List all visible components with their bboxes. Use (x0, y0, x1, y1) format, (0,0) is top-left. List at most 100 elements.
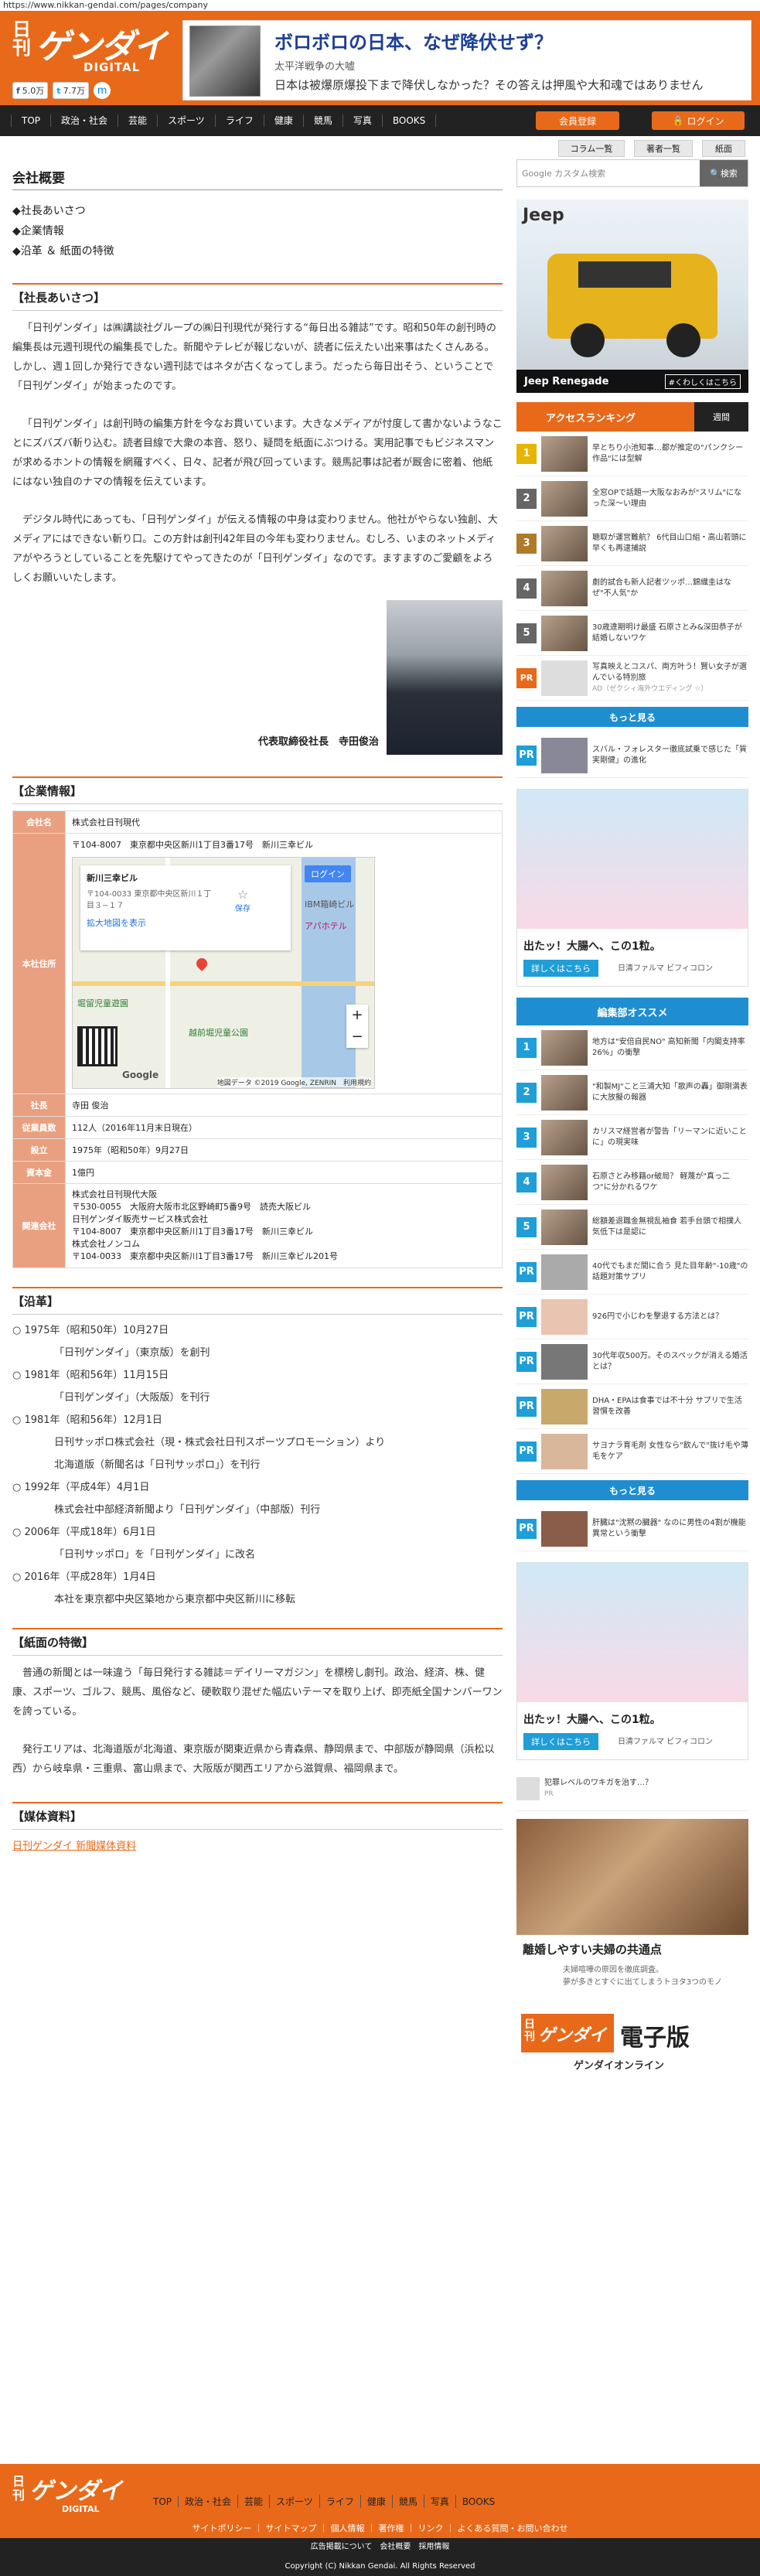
search-button[interactable]: 🔍 検索 (700, 160, 748, 186)
table-row: 設立 1975年（昭和50年）9月27日 (12, 1138, 503, 1162)
ranking-tab-weekly[interactable]: 週間 (694, 402, 748, 432)
login-button[interactable]: 🔒 ログイン (652, 111, 745, 130)
twitter-count: 7.7万 (63, 86, 86, 96)
pick-item[interactable]: 2 "和製MJ"こと三浦大知「歌声の轟」御剛満表に大放擬の報器 (516, 1070, 748, 1115)
pick-item[interactable]: 5 総額差退職金無視乱袖食 若手台頭で相撲人気低下は是認に (516, 1205, 748, 1250)
zoom-out-icon[interactable]: − (346, 1026, 368, 1048)
ranking-item[interactable]: 1 早とちり小池知事…都が推定の"パンクシー作品"には型解 (516, 432, 748, 476)
twitter-follow-button[interactable]: t 7.7万 (53, 82, 90, 99)
ad-detail-button[interactable]: 詳しくはこちら (523, 960, 598, 977)
pick-thumbnail (541, 1298, 588, 1335)
pick-item[interactable]: 3 カリスマ経営者が警告「リーマンに近いことに」の現実味 (516, 1115, 748, 1160)
pr-item[interactable]: 犯罪レベルのワキガを治す…？ PR (516, 1766, 748, 1811)
pick-item[interactable]: PR DHA・EPAは食事では不十分 サプリで生活習慣を改善 (516, 1384, 748, 1429)
epaper-gendai: ゲンダイ (538, 2026, 607, 2045)
nav-entertainment[interactable]: 芸能 (118, 114, 158, 127)
jeep-bottom-bar: Jeep Renegade #くわしくはこちら (516, 370, 748, 393)
ranking-thumbnail (541, 615, 588, 651)
history-desc: 「日刊ゲンダイ」（大阪版）を刊行 (54, 1392, 210, 1404)
pick-item[interactable]: 4 石原さとみ移籍or破局？ 軽蔑が"真っ二つ"に分かれるワケ (516, 1160, 748, 1205)
row-value: 1億円 (65, 1161, 503, 1184)
history-list: ○ 1975年（昭和50年）10月27日 「日刊ゲンダイ」（東京版）を創刊 ○ … (12, 1319, 503, 1611)
pick-item[interactable]: PR サヨナラ育毛剤 女性なら"飲んで"抜け毛や薄毛をケア (516, 1429, 748, 1474)
footer-nav-politics[interactable]: 政治・社会 (179, 2495, 239, 2508)
row-label: 社長 (12, 1094, 66, 1117)
media-kit-link[interactable]: 日刊ゲンダイ 新聞媒体資料 (12, 1837, 503, 1852)
footer-nav-photo[interactable]: 写真 (424, 2495, 456, 2508)
messenger-icon[interactable]: m (94, 82, 111, 99)
footer-nav-life[interactable]: ライフ (320, 2495, 361, 2508)
promo-description: 日本は被爆原爆投下まで降伏しなかった？その答えは押風や大和魂ではありません (274, 78, 704, 92)
pr-item[interactable]: PR 肝臓は"沈黙の臓器" なのに男性の4割が機能異常という衝撃 (516, 1506, 748, 1551)
ranking-item[interactable]: 5 30歳違期明け最盛 石原さとみ&深田恭子が結婚しないワケ (516, 611, 748, 656)
nav-books[interactable]: BOOKS (383, 114, 437, 127)
pick-item[interactable]: PR 926円で小じわを撃退する方法とは？ (516, 1295, 748, 1339)
footer-nav-entertainment[interactable]: 芸能 (238, 2495, 271, 2508)
ad-illustration (517, 1563, 748, 1702)
nav-sports[interactable]: スポーツ (158, 114, 216, 127)
storage-ad[interactable]: 離婚しやすい夫婦の共通点 夫婦喧嘩の原因を徹底調査。 夢が多きとすぐに出てしまう… (516, 1819, 748, 2005)
zoom-in-icon[interactable]: + (346, 1005, 368, 1026)
related-line: 株式会社ノンコム (72, 1239, 140, 1249)
nav-keiba[interactable]: 競馬 (304, 114, 343, 127)
footer-nav-keiba[interactable]: 競馬 (393, 2495, 424, 2508)
footer-links-2[interactable]: 広告掲載について 会社概要 採用情報 (0, 2538, 760, 2557)
facebook-icon: f (16, 85, 20, 96)
footer-nav-books[interactable]: BOOKS (456, 2496, 501, 2507)
author-list-button[interactable]: 著者一覧 (634, 140, 693, 157)
paper-button[interactable]: 紙面 (702, 140, 745, 157)
footer-nav-sports[interactable]: スポーツ (270, 2495, 320, 2508)
pick-thumbnail (541, 1029, 588, 1066)
pick-item[interactable]: PR 30代年収500万。そのスペックが消える婚活とは？ (516, 1339, 748, 1384)
nav-top[interactable]: TOP (11, 114, 52, 127)
promo-banner[interactable]: ボロボロの日本、なぜ降伏せず？ 太平洋戦争の大嘘 日本は被爆原爆投下まで降伏しな… (182, 20, 751, 101)
footer-nav-health[interactable]: 健康 (361, 2495, 393, 2508)
jeep-ad[interactable]: Jeep Jeep Renegade #くわしくはこちら (516, 200, 748, 393)
pick-thumbnail (541, 1074, 588, 1111)
ranking-item[interactable]: 4 劇的試合も新人記者ツッポ…錦織圭はなぜ"不人気"か (516, 566, 748, 611)
bificolon-ad-1[interactable]: 出たッ！大腸へ、この1粒。 詳しくはこちら 日清ファルマ ビフィコロン (516, 789, 748, 987)
editors-pick-more-button[interactable]: もっと見る (516, 1480, 748, 1500)
row-value: 〒104-8007 東京都中央区新川1丁目3番17号 新川三幸ビル 新川三幸ビル… (65, 833, 503, 1094)
map-enlarge-link[interactable]: 拡大地図を表示 (87, 916, 285, 929)
ranking-more-button[interactable]: もっと見る (516, 707, 748, 727)
ranking-item[interactable]: 2 全窓OPで話題一大阪なおみが"スリム"になった深〜い理由 (516, 476, 748, 521)
pr-thumbnail (541, 1510, 588, 1547)
footer-logo-gendai: ゲンダイ (29, 2478, 122, 2505)
map-save-button[interactable]: ☆ 保存 (235, 887, 250, 913)
map-label-hotel: アパホテル (305, 921, 347, 931)
footer-links[interactable]: サイトポリシー ｜ サイトマップ ｜ 個人情報 ｜ 著作権 ｜ リンク ｜ よく… (0, 2520, 760, 2538)
nav-photo[interactable]: 写真 (343, 114, 383, 127)
map-login-button[interactable]: ログイン (305, 865, 351, 882)
toc-company-info[interactable]: ◆企業情報 (12, 221, 503, 241)
register-button[interactable]: 会員登録 (536, 111, 619, 130)
ranking-item[interactable]: 3 聴取が運営難航？ 6代目山口組・高山若頭に早くも再逮捕説 (516, 521, 748, 566)
footer-nav-top[interactable]: TOP (147, 2496, 179, 2507)
site-logo[interactable]: 日刊 ゲンダイ DIGITAL (12, 15, 172, 79)
column-list-button[interactable]: コラム一覧 (558, 140, 625, 157)
facebook-like-button[interactable]: f 5.0万 (12, 82, 49, 99)
pick-item[interactable]: PR 40代でもまだ間に合う 見た目年齢"-10歳"の話題対策サプリ (516, 1250, 748, 1295)
footer-logo[interactable]: 日刊 ゲンダイ DIGITAL (12, 2470, 128, 2516)
twitter-icon: t (56, 85, 61, 96)
pick-item[interactable]: 1 地方は"安倍自民NO" 高知新聞「内閣支持率26%」の衝撃 (516, 1025, 748, 1070)
nav-politics[interactable]: 政治・社会 (51, 114, 119, 127)
nav-life[interactable]: ライフ (216, 114, 264, 127)
ranking-thumbnail (541, 525, 588, 561)
editors-pick-header: 編集部オススメ (516, 998, 748, 1025)
row-label: 資本金 (12, 1161, 66, 1184)
epaper-banner[interactable]: 日刊 ゲンダイ 電子版 ゲンダイオンライン (516, 2011, 748, 2073)
nav-health[interactable]: 健康 (264, 114, 304, 127)
search-input[interactable]: Google カスタム検索 (517, 160, 700, 186)
map-zoom-control[interactable]: + − (346, 1005, 368, 1048)
bificolon-ad-2[interactable]: 出たッ！大腸へ、この1粒。 詳しくはこちら 日清ファルマ ビフィコロン (516, 1562, 748, 1760)
toc-greeting[interactable]: ◆社長あいさつ (12, 201, 503, 221)
pr-item[interactable]: PR スバル・フォレスター徹底試乗で感じた「質実剛健」の進化 (516, 733, 748, 778)
embedded-map[interactable]: 新川三幸ビル 〒104-0033 東京都中央区新川１丁目３−１７ 拡大地図を表示… (72, 857, 375, 1089)
ad-headline: 出たッ！大腸へ、この1粒。 (523, 940, 661, 953)
ranking-item[interactable]: PR 写真映えとコスパ、両方叶う！賢い女子が選んでいる特別旅 AD（ゼクシィ海外ウエ… (516, 656, 748, 701)
ad-detail-button[interactable]: 詳しくはこちら (523, 1733, 598, 1750)
storage-sub: 夫婦喧嘩の原因を徹底調査。 (563, 1966, 663, 1974)
table-row: 社長 寺田 俊治 (12, 1094, 503, 1117)
toc-history[interactable]: ◆沿革 ＆ 紙面の特徴 (12, 241, 503, 261)
